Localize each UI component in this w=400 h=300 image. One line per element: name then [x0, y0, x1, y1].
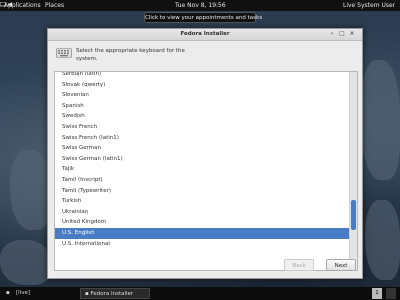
applications-menu[interactable]: Applications — [4, 0, 41, 11]
close-icon[interactable]: × — [349, 31, 355, 37]
window-title: Fedora Installer — [180, 31, 230, 37]
list-item[interactable]: Ukrainian — [55, 207, 349, 218]
minimize-icon[interactable]: – — [329, 31, 335, 37]
list-item[interactable]: Swiss French — [55, 122, 349, 133]
back-button[interactable]: Back — [284, 259, 314, 271]
clock[interactable]: Tue Nov 8, 19:56 — [175, 0, 226, 11]
list-item[interactable]: Swedish — [55, 111, 349, 122]
list-item[interactable]: U.S. International — [55, 239, 349, 250]
rock-shape — [365, 200, 400, 280]
list-item[interactable]: Swiss French (latin1) — [55, 133, 349, 144]
rock-shape — [360, 60, 400, 180]
top-panel: Applications Places Tue Nov 8, 19:56 Liv… — [0, 0, 400, 11]
window-titlebar[interactable]: Fedora Installer – □ × — [48, 29, 362, 41]
list-item[interactable]: Tajik — [55, 164, 349, 175]
list-item[interactable]: Swiss German (latin1) — [55, 154, 349, 165]
places-menu[interactable]: Places — [45, 0, 64, 11]
bottom-panel: ▪ [live] ▪ Fedora Installer 1 — [0, 287, 400, 300]
list-item[interactable]: Swiss German — [55, 143, 349, 154]
user-menu[interactable]: Live System User — [343, 0, 395, 11]
list-scrollbar[interactable] — [349, 72, 357, 270]
maximize-icon[interactable]: □ — [339, 31, 345, 37]
live-terminal-icon[interactable]: ▪ — [6, 288, 10, 299]
rock-shape — [0, 240, 50, 285]
scrollbar-thumb[interactable] — [351, 200, 356, 230]
list-item[interactable]: Tamil (Typewriter) — [55, 186, 349, 197]
keyboard-icon — [56, 48, 72, 58]
taskbar-item-live[interactable]: [live] — [16, 288, 30, 299]
list-item[interactable]: United Kingdom — [55, 217, 349, 228]
next-button[interactable]: Next — [326, 259, 356, 271]
taskbar-item-installer[interactable]: ▪ Fedora Installer — [80, 288, 150, 299]
list-item[interactable]: Spanish — [55, 101, 349, 112]
list-item[interactable]: Tamil (Inscript) — [55, 175, 349, 186]
rock-shape — [10, 150, 50, 230]
list-item[interactable]: Turkish — [55, 196, 349, 207]
workspace-pager-2[interactable] — [386, 288, 396, 299]
list-item[interactable]: Slovak (qwerty) — [55, 80, 349, 91]
workspace-pager[interactable]: 1 — [372, 288, 382, 299]
list-item[interactable]: Serbian (latin) — [55, 72, 349, 80]
list-item[interactable]: U.S. English — [55, 228, 349, 239]
list-item[interactable]: Slovenian — [55, 90, 349, 101]
keyboard-prompt: Select the appropriate keyboard for the … — [76, 48, 185, 62]
taskbar-item-label: Fedora Installer — [90, 291, 134, 297]
installer-window: Fedora Installer – □ × Select the approp… — [47, 28, 363, 279]
calendar-tooltip: Click to view your appointments and task… — [144, 12, 262, 23]
keyboard-list[interactable]: Serbian (latin) Slovak (qwerty) Slovenian S… — [54, 71, 358, 271]
